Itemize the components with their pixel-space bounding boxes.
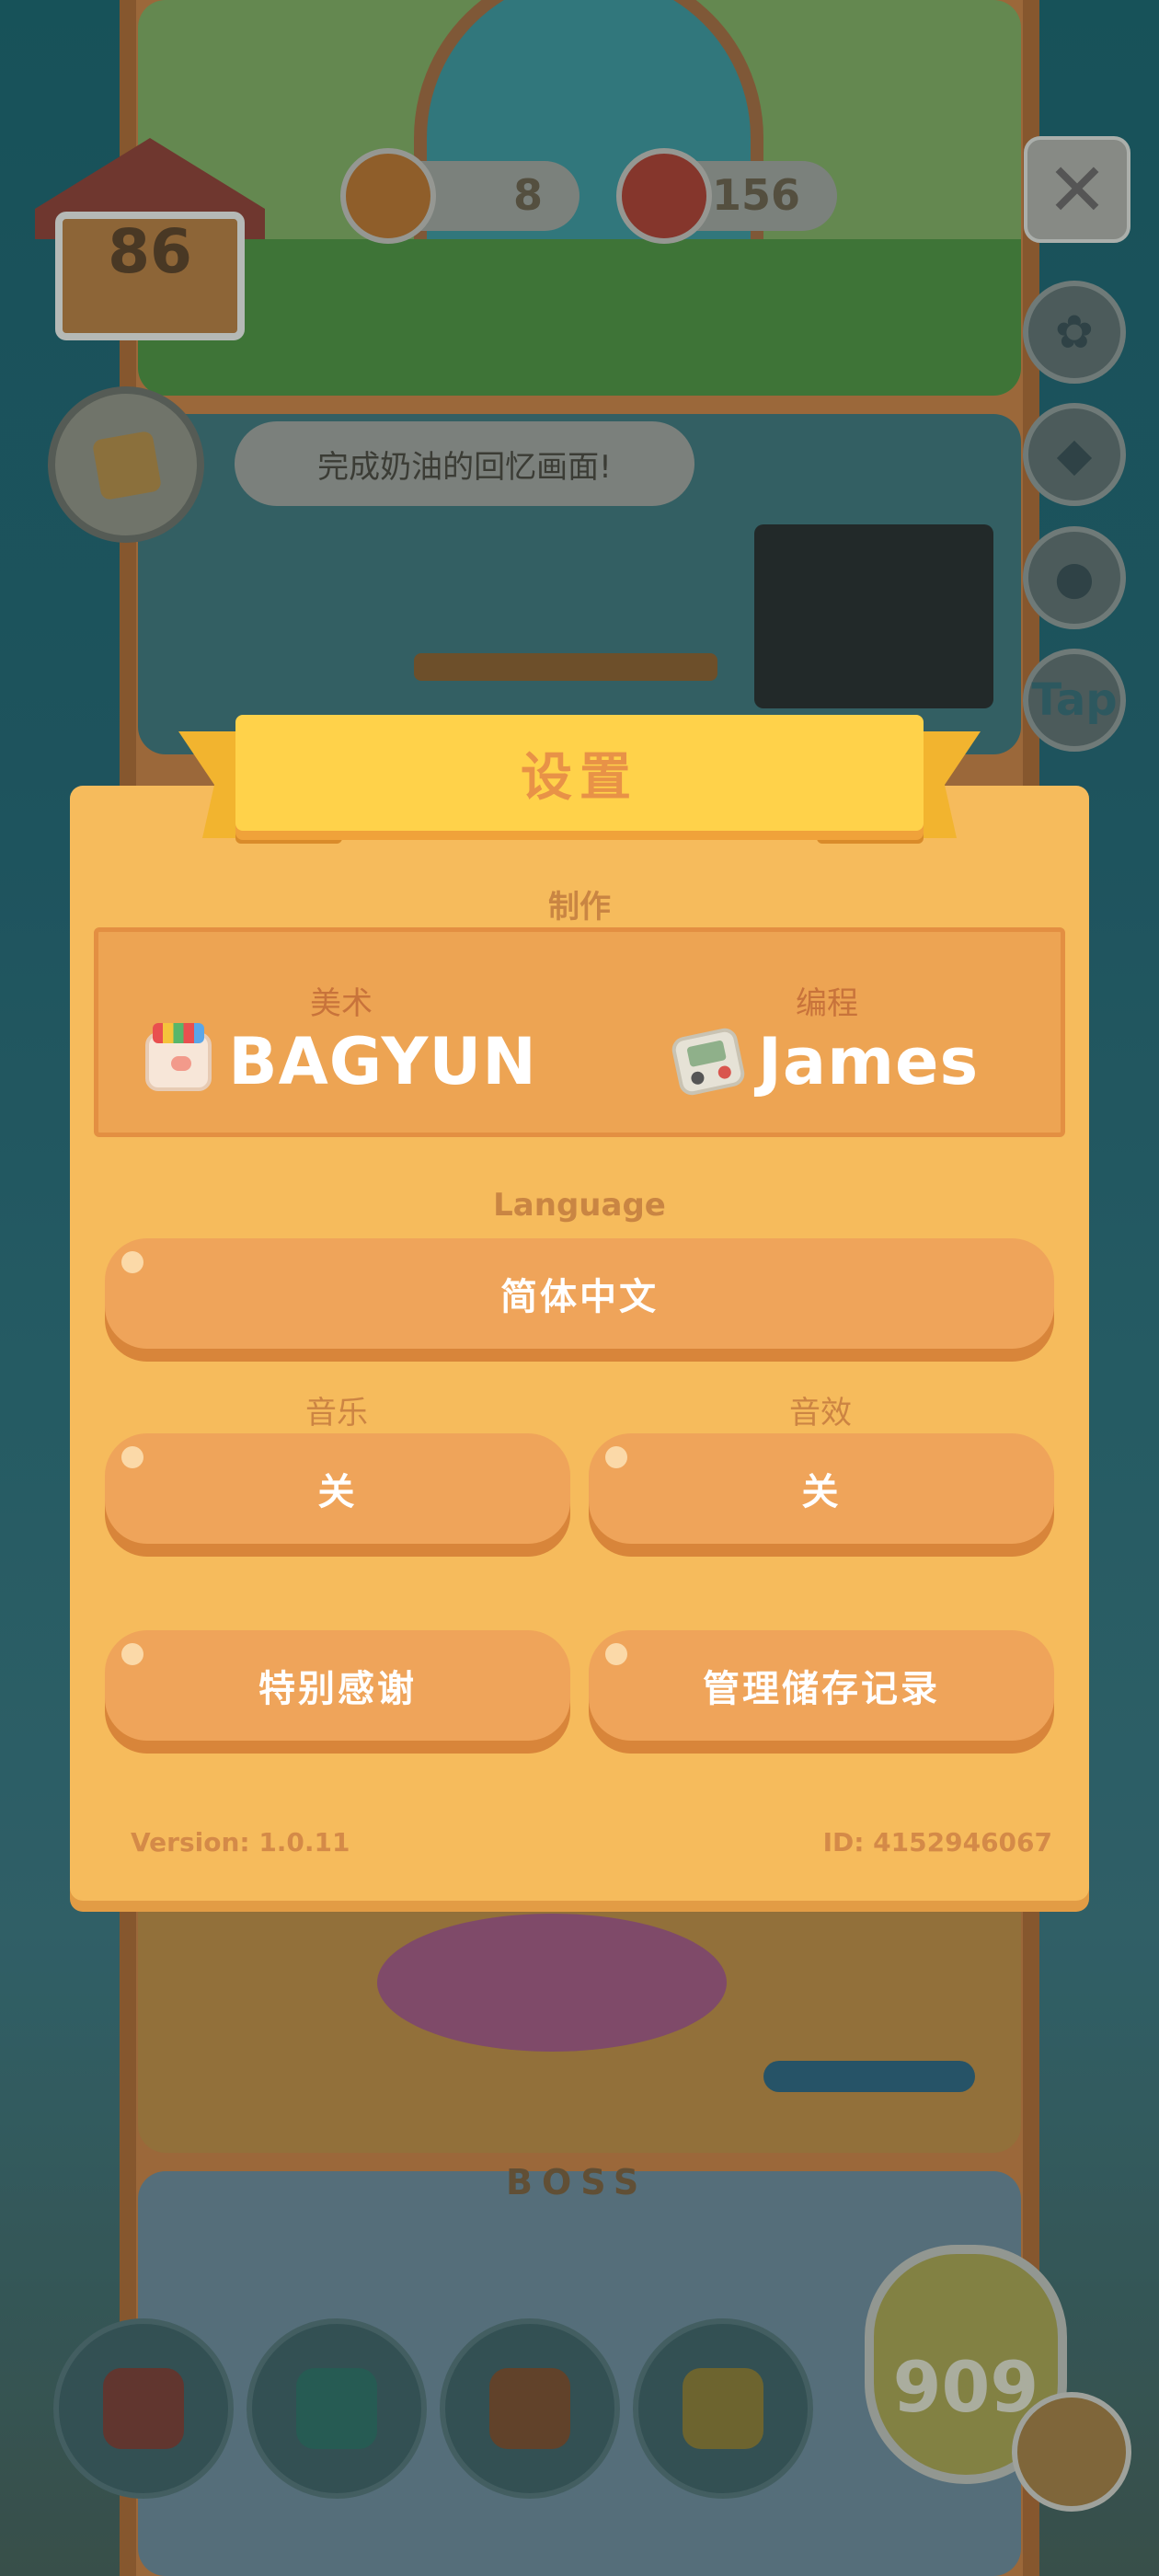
button-shine	[121, 1251, 143, 1273]
music-value: 关	[317, 1471, 358, 1513]
gameboy-icon	[669, 1026, 747, 1098]
credits-box: 美术 BAGYUN 编程 James	[94, 927, 1065, 1137]
special-thanks-button[interactable]: 特别感谢	[105, 1630, 570, 1741]
button-shine	[121, 1446, 143, 1468]
ribbon-band: 设置	[235, 715, 924, 831]
credit-art-row: BAGYUN	[98, 1023, 584, 1099]
settings-ribbon: 设置	[175, 715, 984, 853]
manage-saves-label: 管理储存记录	[703, 1668, 940, 1710]
credit-role-art: 美术	[310, 985, 373, 1022]
sfx-label: 音效	[789, 1395, 852, 1432]
language-title: Language	[493, 1187, 666, 1224]
credit-name-programming: James	[757, 1024, 980, 1099]
version-text: Version: 1.0.11	[131, 1827, 350, 1857]
credit-programming-row: James	[584, 1024, 1070, 1099]
sfx-value: 关	[801, 1471, 842, 1513]
credit-role-programming: 编程	[796, 985, 858, 1022]
button-shine	[605, 1643, 627, 1665]
credit-art: 美术 BAGYUN	[98, 932, 584, 1142]
credit-programming: 编程 James	[584, 932, 1070, 1142]
sfx-toggle[interactable]: 关	[589, 1433, 1054, 1544]
cat-lunchbox-icon	[145, 1023, 212, 1091]
ribbon-shadow-left	[235, 831, 342, 844]
music-toggle[interactable]: 关	[105, 1433, 570, 1544]
settings-title: 设置	[521, 747, 638, 808]
manage-saves-button[interactable]: 管理储存记录	[589, 1630, 1054, 1741]
music-label: 音乐	[305, 1395, 368, 1432]
credit-name-art: BAGYUN	[228, 1024, 537, 1099]
player-id-text: ID: 4152946067	[822, 1827, 1052, 1857]
language-value: 简体中文	[500, 1276, 659, 1318]
language-button[interactable]: 简体中文	[105, 1238, 1054, 1349]
credits-title: 制作	[548, 889, 611, 926]
special-thanks-label: 特别感谢	[258, 1668, 417, 1710]
button-shine	[121, 1643, 143, 1665]
button-shine	[605, 1446, 627, 1468]
ribbon-shadow-right	[817, 831, 924, 844]
